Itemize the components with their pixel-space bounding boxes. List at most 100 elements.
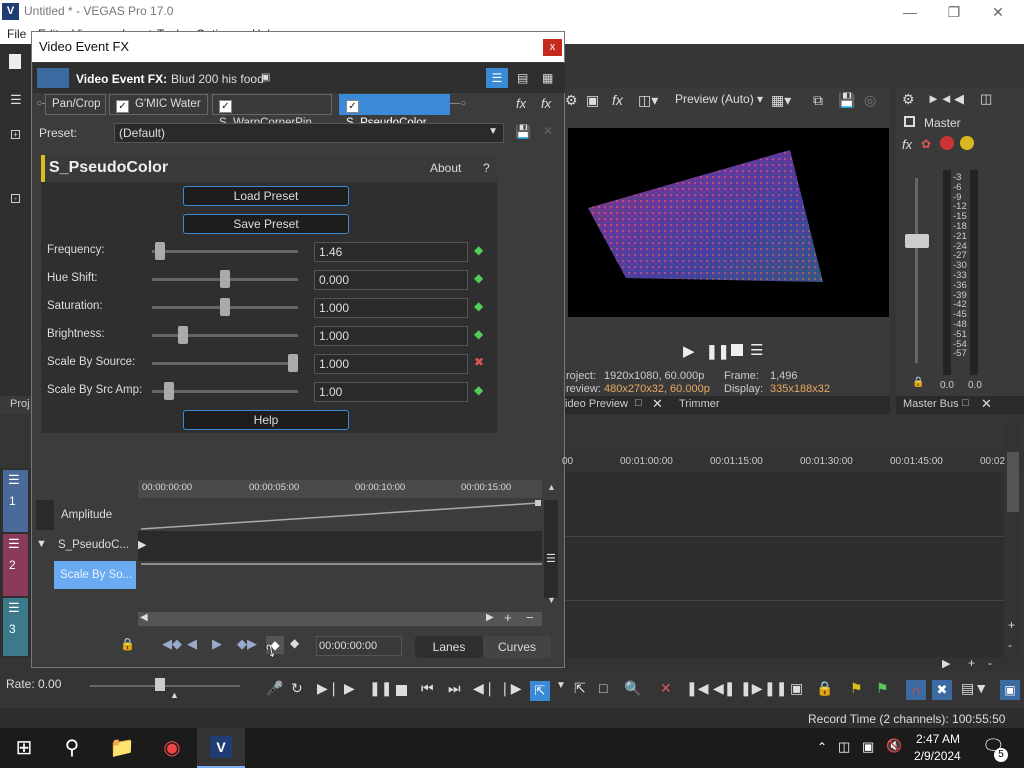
lanes-tab[interactable]: Lanes [415,636,483,658]
hscroll-right-icon[interactable]: ▶ [942,657,950,670]
pause-icon[interactable]: ❚❚ [706,343,729,360]
track-1-header[interactable]: ☰ 1 [3,470,28,532]
warpcornerpin-checkbox[interactable]: ✓ [219,100,232,113]
prev-frame-icon[interactable]: ◀❘ [473,680,496,697]
close-button[interactable]: ✕ [976,2,1020,22]
prev-keyframe-icon[interactable]: ◀ [187,636,197,652]
kf-vscrollbar[interactable]: ☰ [544,500,558,598]
slider-thumb-scale-by-source[interactable] [288,354,298,372]
collapse-triangle-icon[interactable]: ▼ [36,538,47,550]
slider-thumb-frequency[interactable] [154,242,165,260]
stop-icon[interactable] [731,344,743,356]
tab-float-icon[interactable]: □ [635,397,642,409]
video-scopes-icon[interactable]: ◎ [864,92,876,109]
window-layout-icon[interactable]: ▣ [1000,680,1020,700]
timeline-hscrollbar[interactable]: ▶ + - [560,656,1024,672]
record-icon[interactable]: 🎤 [266,680,283,697]
file-explorer-icon[interactable]: 📁 [108,734,136,762]
mute-icon[interactable] [940,136,954,150]
keyframe-animate-icon[interactable]: ◆ [474,243,488,257]
fx-chain-pancrop[interactable]: Pan/Crop [45,94,106,115]
pseudocolor-checkbox[interactable]: ✓ [346,100,359,113]
kf-hscrollbar[interactable]: ◀ ▶ + − [138,610,542,626]
param-value-saturation[interactable]: 1.000 [314,298,468,318]
split-screen-icon[interactable]: ◫▾ [638,92,658,109]
about-link[interactable]: About [430,161,461,175]
delete-keyframe-icon[interactable]: ◆ [290,636,299,650]
param-value-scale-by-source[interactable]: 1.000 [314,354,468,374]
slider-thumb-saturation[interactable] [220,298,230,316]
track-2-menu-icon[interactable]: ☰ [8,536,20,552]
go-to-start-icon[interactable]: ⏮ [421,680,434,697]
rate-slider-track[interactable] [90,685,240,687]
first-keyframe-icon[interactable]: ◀◆ [162,636,182,652]
ignore-grouping-icon[interactable]: ▣ [790,680,803,697]
grid-view-icon[interactable]: ▦ [542,71,553,85]
copy-snapshot-icon[interactable]: ⧉ [813,92,823,109]
project-tab[interactable]: Proj [0,396,31,414]
slider-track-frequency[interactable] [152,250,298,253]
add-fx-icon[interactable]: fx [516,96,526,111]
remove-fx-icon[interactable]: fx [541,96,551,111]
master-tab-close-icon[interactable]: ✕ [981,396,992,412]
kf-scroll-down-icon[interactable]: ▼ [547,595,556,605]
master-tab-float-icon[interactable]: □ [962,397,969,409]
volume-icon[interactable]: 🔇 [886,738,902,754]
transport-pause-icon[interactable]: ❚❚ [369,680,392,697]
pseudocolor-lane[interactable]: ▶ [138,531,542,561]
transport-stop-icon[interactable] [396,685,407,696]
clock-time[interactable]: 2:47 AM [916,732,960,746]
dialog-titlebar[interactable]: Video Event FX x [32,32,564,62]
scalebysource-lane[interactable] [138,561,542,589]
mixer-icon[interactable]: ◫ [980,91,992,107]
search-icon[interactable]: ⚲ [58,734,86,762]
marker-icon[interactable]: ⚑ [850,680,863,697]
fx-chain-warpcornerpin[interactable]: ✓S_WarpCornerPin [212,94,332,129]
master-fx-icon[interactable]: fx [902,137,912,152]
slider-track-scale-by-source[interactable] [152,362,298,365]
lock-icon[interactable]: 🔒 [912,377,924,388]
normal-edit-tool-icon[interactable]: ⇱ [530,681,550,701]
loop-playback-icon[interactable]: ↻ [291,680,303,697]
chrome-icon[interactable]: ◉ [158,734,186,762]
save-snapshot-icon[interactable]: 💾 [838,92,855,109]
zoom-in-icon[interactable]: + [1008,618,1015,632]
hzoom-in-icon[interactable]: + [968,656,975,670]
grid-icon[interactable]: ▦▾ [771,92,791,109]
minimize-button[interactable]: — [888,2,932,22]
chain-view-icon[interactable]: ▤ [517,71,528,85]
master-fader-thumb[interactable] [905,234,929,248]
dialog-close-button[interactable]: x [543,39,562,56]
menu-file[interactable]: File [7,27,26,41]
tab-close-icon[interactable]: ✕ [652,396,663,412]
param-value-scale-by-src-amp[interactable]: 1.00 [314,382,468,402]
master-settings-icon[interactable]: ⚙ [902,91,915,108]
keyframe-animate-icon[interactable]: ✖ [474,355,488,369]
automation-icon[interactable]: ✿ [921,137,931,151]
hzoom-out-icon[interactable]: - [988,656,992,670]
tab-video-preview[interactable]: ideo Preview [565,398,628,410]
sync-cursor-lock-icon[interactable]: 🔒 [120,637,135,651]
save-preset-icon[interactable]: 💾 [515,124,531,140]
expand-icon[interactable]: + [11,130,20,139]
rate-slider-thumb[interactable] [155,678,165,691]
list-view-icon[interactable]: ☰ [486,68,508,88]
param-value-frequency[interactable]: 1.46 [314,242,468,262]
transport-play-icon[interactable]: ▶ [344,680,355,697]
master-bus-tab-label[interactable]: Master Bus [903,398,959,410]
collapse-icon[interactable]: - [11,194,20,203]
tab-trimmer[interactable]: Trimmer [679,398,720,410]
delete-icon[interactable]: ✕ [660,680,672,697]
trim-end-icon[interactable]: ❚▶ [740,680,763,697]
slider-thumb-scale-by-src-amp[interactable] [164,382,175,400]
selection-tool-icon[interactable]: □ [599,680,607,696]
region-icon[interactable]: ⚑ [876,680,889,697]
slider-track-brightness[interactable] [152,334,298,337]
fx-chain-gmic-water[interactable]: ✓ G'MIC Water [109,94,208,115]
security-icon[interactable]: ◫ [838,739,850,755]
preset-dropdown[interactable]: (Default) ▼ [114,123,504,143]
kf-hscroll-left-icon[interactable]: ◀ [140,612,148,623]
timeline-vscrollbar[interactable]: + - [1005,422,1021,658]
split-icon[interactable]: ❚❚ [764,680,787,697]
master-checkbox[interactable] [904,116,915,127]
